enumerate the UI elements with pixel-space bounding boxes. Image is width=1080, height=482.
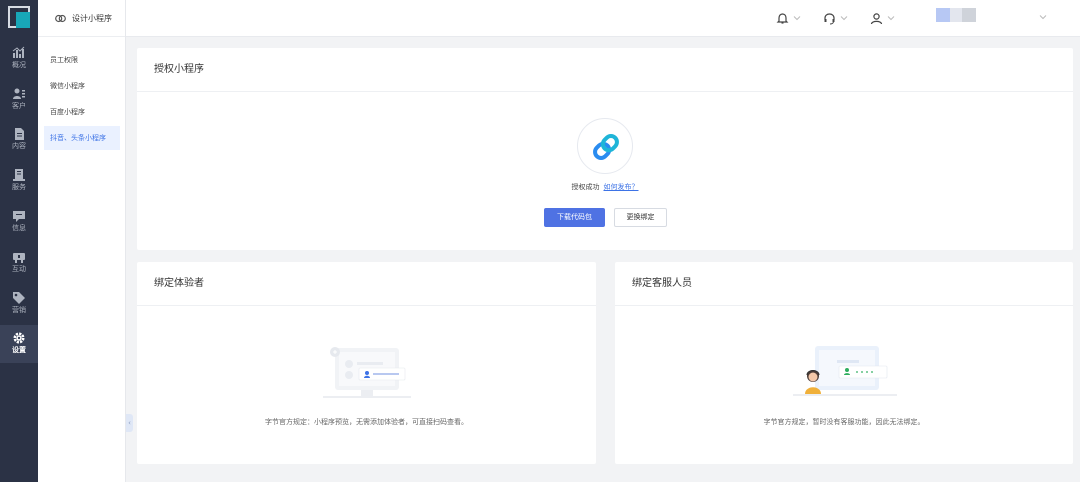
empty-testers-illustration xyxy=(323,347,411,398)
rail-item-label: 互动 xyxy=(12,265,26,273)
rail-item-settings[interactable]: 设置 xyxy=(0,325,38,363)
rail-item-overview[interactable]: 概况 xyxy=(0,42,38,82)
rail-item-label: 概况 xyxy=(12,61,26,69)
headset-icon xyxy=(824,12,835,24)
interaction-icon xyxy=(13,253,25,263)
chevron-down-icon xyxy=(840,16,848,21)
subnav-item-baidu-miniprogram[interactable]: 百度小程序 xyxy=(44,100,120,124)
how-to-publish-link[interactable]: 如何发布？ xyxy=(604,183,639,191)
document-icon xyxy=(15,128,24,140)
sidebar-collapse-toggle[interactable]: ‹ xyxy=(126,414,133,432)
card-title: 绑定体验者 xyxy=(137,262,596,306)
change-binding-button[interactable]: 更换绑定 xyxy=(614,208,667,227)
authorize-miniprogram-card: 授权小程序 授权成功 如何发布？ 下载代码包 更换绑定 xyxy=(137,48,1073,250)
auth-status-line: 授权成功 如何发布？ xyxy=(137,182,1073,192)
link-chain-icon xyxy=(55,14,66,22)
chevron-down-icon xyxy=(887,16,895,21)
subnav-item-wechat-miniprogram[interactable]: 微信小程序 xyxy=(44,74,120,98)
support-button[interactable] xyxy=(823,10,848,26)
app-logo[interactable] xyxy=(8,6,30,28)
account-avatar[interactable] xyxy=(936,8,978,24)
empty-state-text: 字节官方规定，暂时没有客服功能，因此无法绑定。 xyxy=(763,418,925,426)
bell-icon xyxy=(776,12,789,24)
top-bar xyxy=(126,0,1080,37)
customers-icon xyxy=(13,88,25,99)
chart-icon xyxy=(12,46,25,58)
rail-item-content[interactable]: 内容 xyxy=(0,123,38,163)
rail-item-label: 设置 xyxy=(12,346,26,354)
chevron-down-icon xyxy=(793,16,801,21)
empty-state-text: 字节官方规定：小程序预览，无需添加体验者，可直接扫码查看。 xyxy=(265,418,468,426)
rail-item-label: 客户 xyxy=(12,102,26,110)
download-package-button[interactable]: 下载代码包 xyxy=(544,208,605,227)
subnav-header: 设计小程序 xyxy=(38,0,125,37)
rail-item-label: 内容 xyxy=(12,142,26,150)
link-logo-icon xyxy=(593,134,619,160)
auth-status-text: 授权成功 xyxy=(571,183,600,191)
rail-item-label: 信息 xyxy=(12,224,26,232)
notifications-button[interactable] xyxy=(776,10,801,26)
rail-item-service[interactable]: 服务 xyxy=(0,164,38,204)
rail-item-marketing[interactable]: 营销 xyxy=(0,287,38,327)
empty-service-illustration xyxy=(793,346,897,396)
card-title: 授权小程序 xyxy=(137,48,1073,92)
secondary-sidebar: 设计小程序 员工权限 微信小程序 百度小程序 抖音、头条小程序 xyxy=(38,0,126,482)
bind-testers-card: 绑定体验者 字节官方规定：小程序预览，无需添加体验者，可直接扫码查看。 xyxy=(137,262,596,464)
left-rail: 概况 客户 内容 服务 信息 互动 营销 设置 xyxy=(0,0,38,482)
service-icon xyxy=(13,169,25,181)
chevron-down-icon[interactable] xyxy=(1039,14,1047,20)
douyin-link-logo xyxy=(577,118,633,174)
rail-item-interaction[interactable]: 互动 xyxy=(0,246,38,286)
rail-item-customers[interactable]: 客户 xyxy=(0,83,38,123)
user-menu-button[interactable] xyxy=(870,10,895,26)
rail-item-label: 服务 xyxy=(12,183,26,191)
subnav-title: 设计小程序 xyxy=(72,13,112,23)
gear-icon xyxy=(13,332,25,344)
tag-icon xyxy=(13,292,25,304)
rail-item-messages[interactable]: 信息 xyxy=(0,205,38,245)
message-icon xyxy=(13,211,25,222)
subnav-item-staff-permissions[interactable]: 员工权限 xyxy=(44,48,120,72)
subnav-item-douyin-miniprogram[interactable]: 抖音、头条小程序 xyxy=(44,126,120,150)
card-title: 绑定客服人员 xyxy=(615,262,1073,306)
user-icon xyxy=(870,12,883,24)
rail-item-label: 营销 xyxy=(12,306,26,314)
bind-service-staff-card: 绑定客服人员 字节官方规定，暂时没有客服功能，因此无法绑定。 xyxy=(615,262,1073,464)
